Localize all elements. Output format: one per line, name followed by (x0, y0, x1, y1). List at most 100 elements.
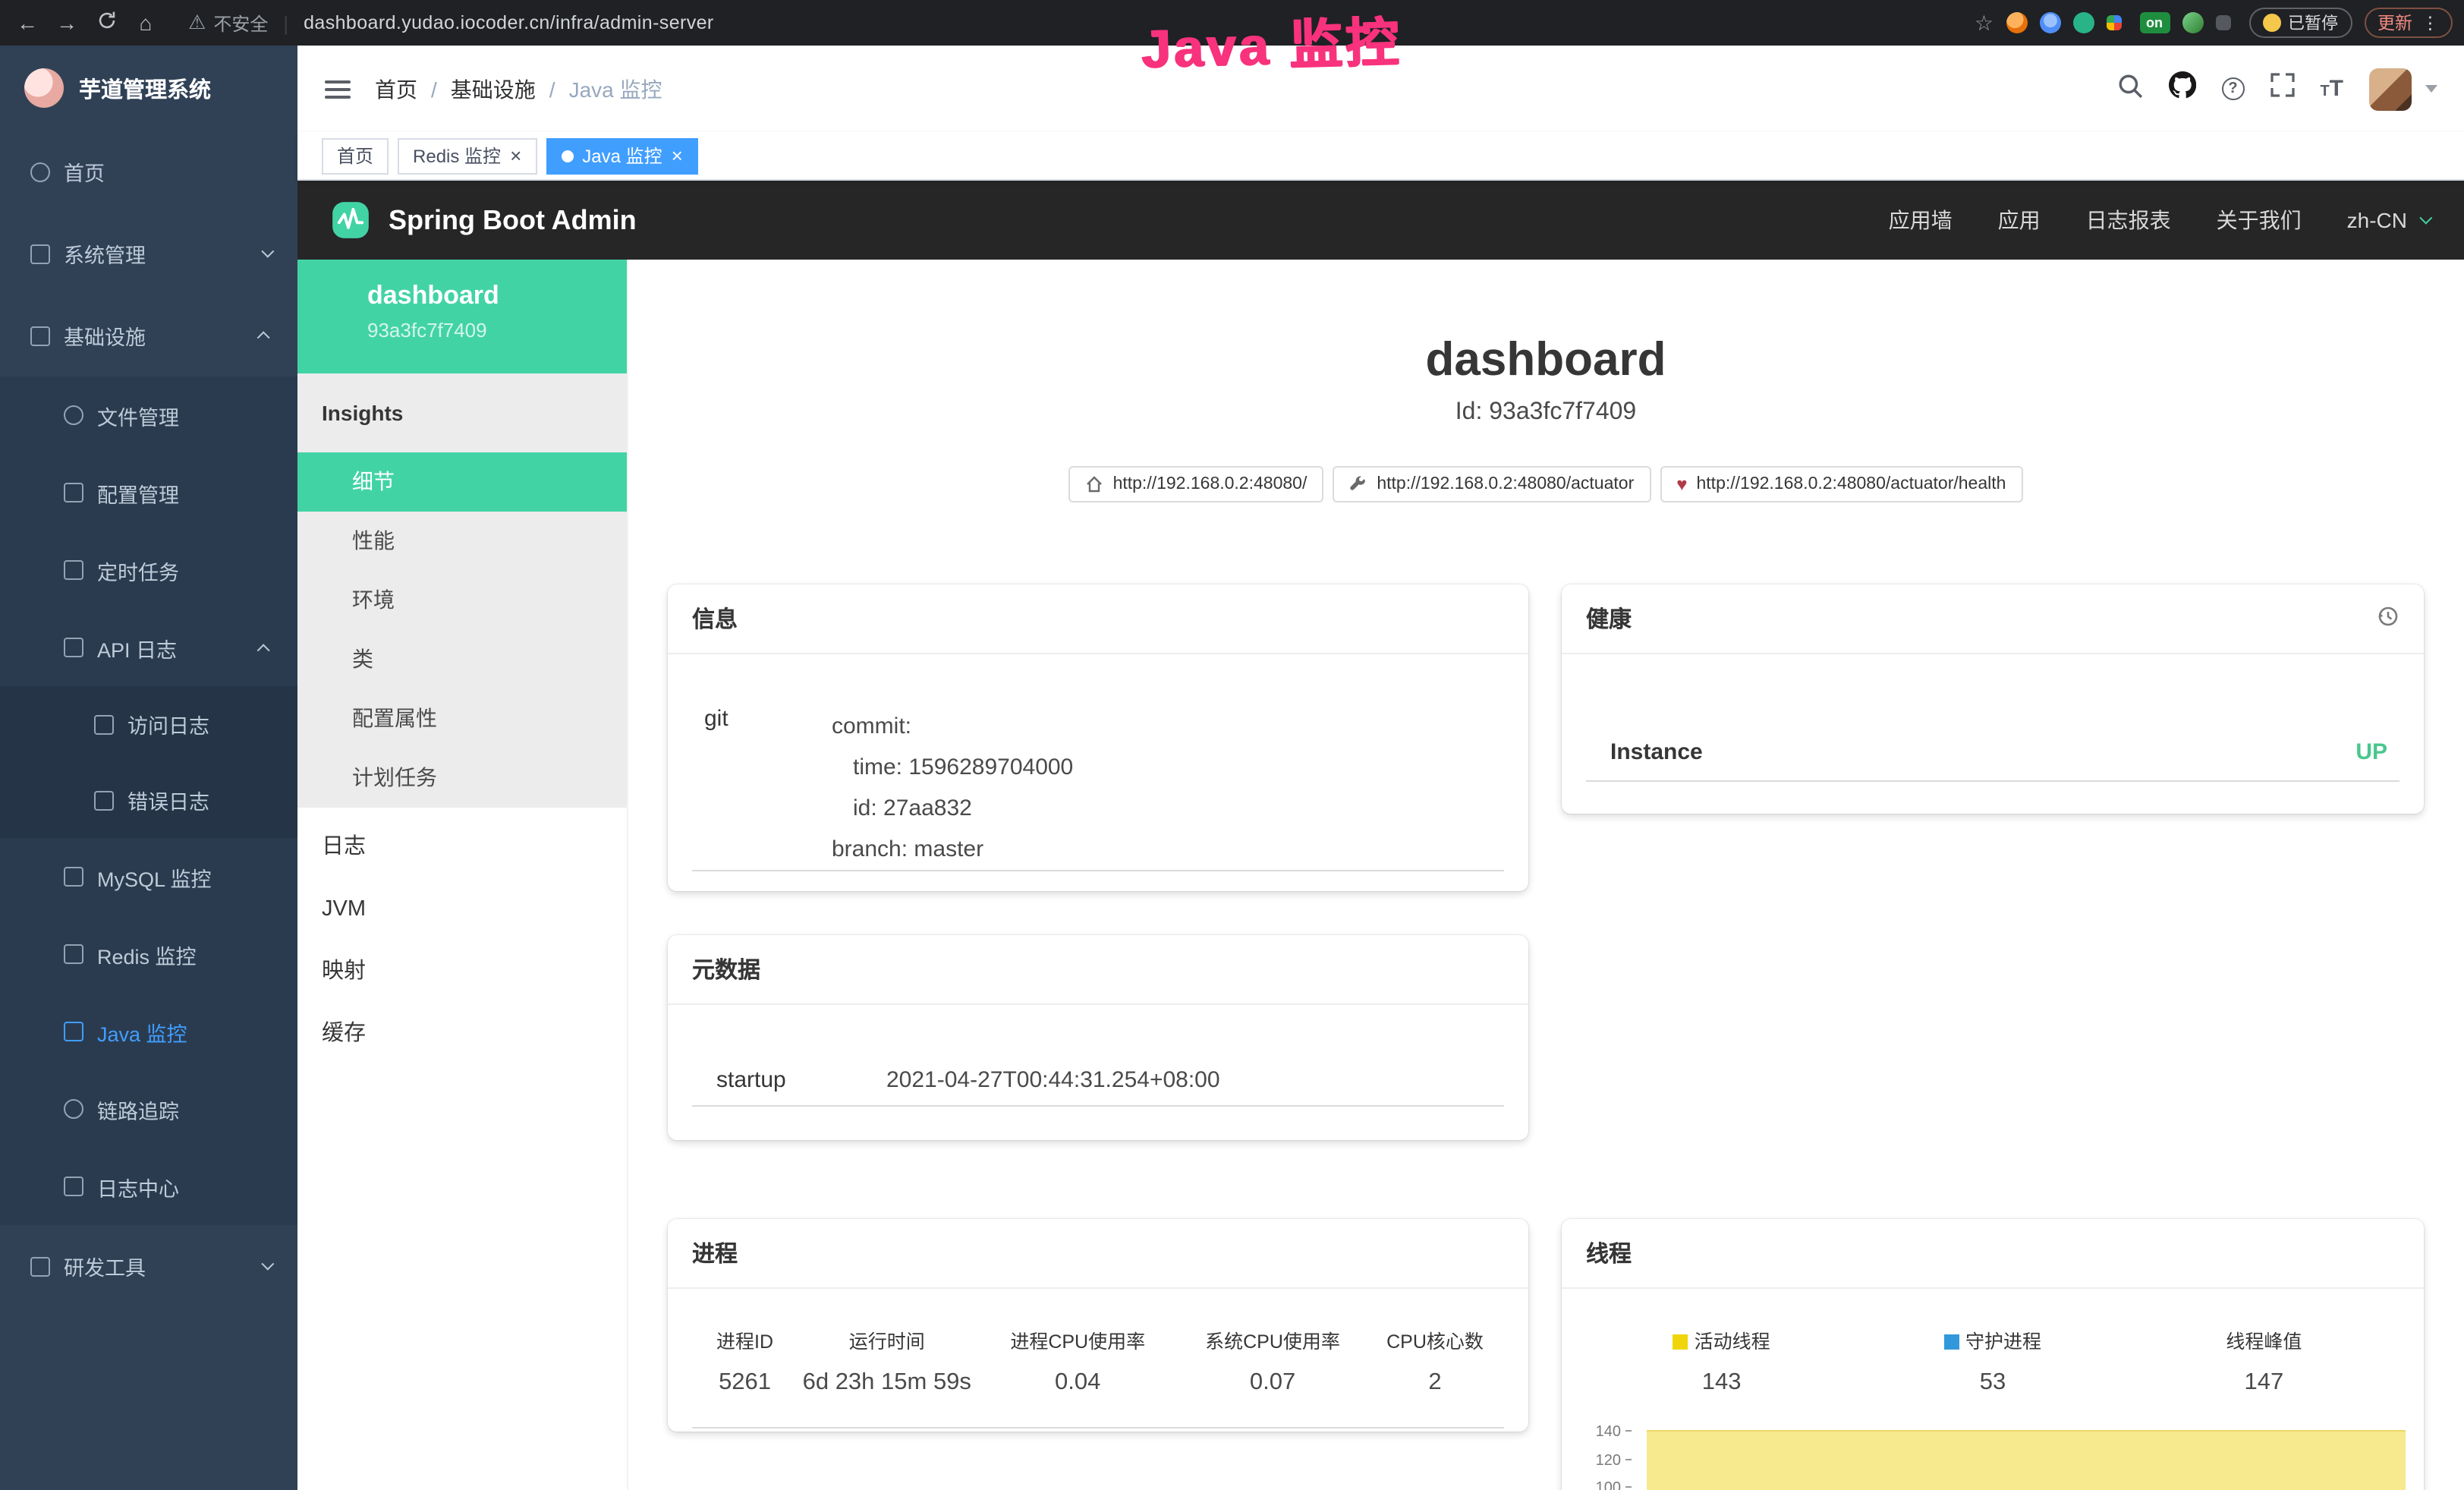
sba-item-jvm[interactable]: JVM (297, 879, 627, 941)
git-id-line: id: 27aa832 (832, 788, 1073, 829)
avatar-caret-icon[interactable] (2425, 85, 2437, 93)
sba-item-environment[interactable]: 环境 (297, 571, 627, 630)
extension-icon-teal[interactable] (2072, 12, 2094, 33)
actuator-url-link[interactable]: http://192.168.0.2:48080/actuator (1333, 466, 1651, 502)
sba-nav-journal[interactable]: 日志报表 (2086, 205, 2171, 235)
sidebar-item-java-monitor[interactable]: Java 监控 (0, 993, 297, 1070)
breadcrumb-home[interactable]: 首页 (375, 74, 417, 104)
info-card: 信息 git commit: time: 1596289704000 id: 2… (668, 584, 1528, 891)
sidebar-item-config-mgmt[interactable]: 配置管理 (0, 454, 297, 531)
process-table-values: 5261 6d 23h 15m 59s 0.04 0.07 2 (692, 1369, 1504, 1429)
sidebar-item-cron-jobs[interactable]: 定时任务 (0, 531, 297, 609)
sidebar-item-label: 基础设施 (64, 320, 146, 351)
sidebar-item-redis-monitor[interactable]: Redis 监控 (0, 915, 297, 993)
help-icon[interactable]: ? (2221, 77, 2244, 100)
val-uptime: 6d 23h 15m 59s (798, 1369, 976, 1397)
sidebar-item-system-mgmt[interactable]: 系统管理 (0, 213, 297, 295)
git-commit-line: commit: (832, 706, 1073, 747)
sidebar-item-api-logs[interactable]: API 日志 (0, 609, 297, 686)
sidebar-item-home[interactable]: 首页 (0, 131, 297, 213)
tab-redis-monitor[interactable]: Redis 监控 × (398, 137, 537, 174)
extension-icon-orange[interactable] (2006, 12, 2027, 33)
sba-item-performance[interactable]: 性能 (297, 512, 627, 571)
sba-app-name: dashboard (367, 281, 627, 311)
chrome-update-button[interactable]: 更新 ⋮ (2364, 8, 2453, 38)
breadcrumb-current: Java 监控 (569, 74, 662, 104)
history-icon[interactable] (2375, 603, 2399, 634)
active-dot-icon (561, 150, 573, 162)
sidebar-item-trace[interactable]: 链路追踪 (0, 1070, 297, 1148)
infrastructure-icon (30, 326, 50, 345)
home-icon[interactable]: ⌂ (131, 11, 161, 35)
health-url-link[interactable]: ♥ http://192.168.0.2:48080/actuator/heal… (1660, 466, 2022, 502)
back-icon[interactable]: ← (12, 11, 42, 35)
app-logo[interactable]: 芋道管理系统 (0, 46, 297, 131)
tag-view-bar: 首页 Redis 监控 × Java 监控 × (297, 132, 2464, 181)
sba-nav-applications[interactable]: 应用 (1998, 205, 2041, 235)
sba-item-label: 环境 (352, 587, 395, 612)
sidebar-item-mysql-monitor[interactable]: MySQL 监控 (0, 838, 297, 915)
sidebar-item-label: 定时任务 (97, 555, 179, 585)
sidebar-item-dev-tools[interactable]: 研发工具 (0, 1225, 297, 1307)
extension-icon-dark[interactable] (2215, 15, 2230, 30)
sba-nav-about[interactable]: 关于我们 (2217, 205, 2302, 235)
extension-icon-grid[interactable] (2106, 15, 2121, 30)
breadcrumb: 首页 / 基础设施 / Java 监控 (375, 74, 662, 104)
sba-section-label: Insights (297, 373, 627, 452)
site-security-chip[interactable]: ⚠ 不安全 (188, 10, 268, 36)
sba-item-label: 缓存 (322, 1022, 366, 1046)
sba-nav-wallboard[interactable]: 应用墙 (1889, 205, 1953, 235)
trace-icon (64, 1099, 83, 1119)
bookmark-star-icon[interactable]: ☆ (1975, 10, 1994, 36)
sba-item-label: JVM (322, 897, 366, 921)
close-icon[interactable]: × (672, 146, 683, 165)
forward-icon[interactable]: → (52, 11, 82, 35)
avatar[interactable] (2369, 68, 2412, 110)
extension-icon-on-badge[interactable]: on (2139, 12, 2170, 33)
legend-label: 守护进程 (1965, 1331, 2041, 1353)
refresh-icon[interactable] (91, 11, 121, 35)
extension-icon-leaf[interactable] (2182, 12, 2203, 33)
sidebar-item-error-logs[interactable]: 错误日志 (0, 762, 297, 838)
update-label: 更新 (2377, 11, 2412, 35)
tab-home[interactable]: 首页 (322, 137, 389, 174)
github-icon[interactable] (2168, 71, 2195, 106)
search-icon[interactable] (2116, 72, 2142, 106)
sidebar-item-file-mgmt[interactable]: 文件管理 (0, 376, 297, 454)
legend-peak-value: 147 (2129, 1369, 2399, 1397)
address-bar[interactable]: dashboard.yudao.iocoder.cn/infra/admin-s… (304, 12, 714, 33)
legend-live-threads: 活动线程 (1586, 1325, 1857, 1354)
legend-daemon-threads: 守护进程 (1857, 1325, 2128, 1354)
browser-menu-icon[interactable]: ⋮ (2422, 12, 2439, 33)
sba-item-config-props[interactable]: 配置属性 (297, 689, 627, 748)
extension-icon-drop[interactable] (2039, 12, 2060, 33)
val-process-cpu: 0.04 (976, 1369, 1179, 1397)
val-pid: 5261 (692, 1369, 798, 1397)
sba-navbar: Spring Boot Admin 应用墙 应用 日志报表 关于我们 zh-CN (297, 181, 2464, 260)
sba-item-caches[interactable]: 缓存 (297, 1003, 627, 1066)
sidebar-item-log-center[interactable]: 日志中心 (0, 1148, 297, 1225)
sba-item-scheduled-tasks[interactable]: 计划任务 (297, 748, 627, 808)
sba-app-header[interactable]: dashboard 93a3fc7f7409 (297, 260, 627, 373)
sidebar-toggle-icon[interactable] (325, 75, 351, 102)
sidebar-item-access-logs[interactable]: 访问日志 (0, 686, 297, 762)
sba-item-details[interactable]: 细节 (297, 452, 627, 512)
legend-peak-threads: 线程峰值 (2129, 1325, 2399, 1354)
url-separator: | (283, 11, 288, 34)
font-size-icon[interactable]: TT (2320, 75, 2343, 102)
sba-language-select[interactable]: zh-CN (2347, 208, 2428, 232)
threads-card: 线程 活动线程 143 守护进程 53 (1562, 1219, 2424, 1490)
sidebar-item-infrastructure[interactable]: 基础设施 (0, 295, 297, 376)
service-url-link[interactable]: http://192.168.0.2:48080/ (1069, 466, 1324, 502)
breadcrumb-infrastructure[interactable]: 基础设施 (451, 74, 536, 104)
sba-item-logs[interactable]: 日志 (297, 817, 627, 879)
legend-label: 线程峰值 (2226, 1331, 2302, 1353)
sba-item-mappings[interactable]: 映射 (297, 941, 627, 1003)
toolbox-icon (30, 1256, 50, 1276)
paused-badge[interactable]: 已暂停 (2248, 8, 2352, 38)
sba-brand[interactable]: Spring Boot Admin (331, 200, 637, 240)
close-icon[interactable]: × (510, 146, 521, 165)
tab-java-monitor[interactable]: Java 监控 × (546, 137, 698, 174)
fullscreen-icon[interactable] (2270, 73, 2294, 105)
sba-item-classes[interactable]: 类 (297, 630, 627, 689)
